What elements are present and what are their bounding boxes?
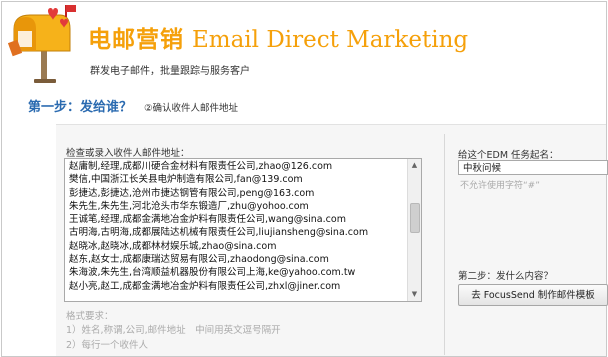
recipients-scrollbar[interactable]: ▲ ▼ (407, 159, 421, 301)
recipient-row: 赵小亮,赵工,成都金满地冶金炉料有限责任公司,zhxl@jiner.com (69, 280, 341, 292)
recipient-row: 赵东,赵女士,成都康瑞达贸易有限公司,zhaodong@sina.com (69, 254, 329, 266)
scroll-down-arrow-icon[interactable]: ▼ (408, 288, 421, 301)
scroll-up-arrow-icon[interactable]: ▲ (408, 159, 421, 172)
step1-title: 第一步：发给谁？ (28, 100, 133, 115)
step1-subtitle: ②确认收件人邮件地址 (144, 103, 239, 114)
step2-title: 第二步：发什么内容？ (458, 271, 554, 282)
format-rule-2: 2）每行一个收件人 (66, 340, 149, 351)
recipient-row: 朱先生,朱先生,河北沧头市华东锻造厂,zhu@yohoo.com (69, 200, 309, 212)
recipient-row: 赵庸制,经理,成都川硬合金材料有限责任公司,zhao@126.com (69, 161, 333, 172)
recipient-row: 赵晓冰,赵晓冰,成都林材娱乐城,zhao@sina.com (69, 240, 277, 252)
task-name-input[interactable]: 中秋问候 (458, 160, 608, 175)
recipient-row: 王诚笔,经理,成都金满地冶金炉料有限责任公司,wang@sina.com (69, 214, 346, 226)
app-subtitle: 群发电子邮件，批量跟踪与服务客户 (90, 66, 250, 77)
title-en: Email Direct Marketing (192, 27, 469, 53)
recipient-row: 彭捷达,彭捷达,沧州市捷达钢管有限公司,peng@163.com (69, 187, 315, 199)
recipient-row: 古明海,古明海,成都展陆达机械有限责任公司,liujiansheng@sina.… (69, 227, 369, 239)
mailbox-logo-icon (8, 5, 76, 83)
format-rule-1: 1）姓名,称谓,公司,邮件地址 中间用英文逗号隔开 (66, 325, 281, 336)
recipients-label: 检查或录入收件人邮件地址： (66, 148, 190, 159)
recipient-row: 朱海波,朱先生,台湾顺益机器股份有限公司上海,ke@yahoo.com.tw (69, 267, 356, 279)
task-name-hint: 不允许使用字符“#” (460, 181, 540, 191)
title-cn: 电邮营销 (88, 26, 184, 53)
scroll-thumb[interactable] (410, 203, 420, 233)
recipient-row: 樊信,中国浙江长关县电炉制造有限公司,fan@139.com (69, 174, 303, 186)
recipients-textarea[interactable]: 赵庸制,经理,成都川硬合金材料有限责任公司,zhao@126.com 樊信,中国… (64, 158, 422, 302)
recipients-list: 赵庸制,经理,成都川硬合金材料有限责任公司,zhao@126.com 樊信,中国… (69, 160, 368, 293)
create-template-button[interactable]: 去 FocusSend 制作邮件模板 (458, 284, 608, 306)
panel-divider (444, 134, 445, 355)
app-title: 电邮营销 Email Direct Marketing (88, 20, 468, 54)
format-title: 格式要求： (66, 311, 114, 322)
step1-header: 第一步：发给谁？ ②确认收件人邮件地址 (28, 96, 238, 115)
task-name-label: 给这个EDM 任务起名： (458, 150, 559, 161)
